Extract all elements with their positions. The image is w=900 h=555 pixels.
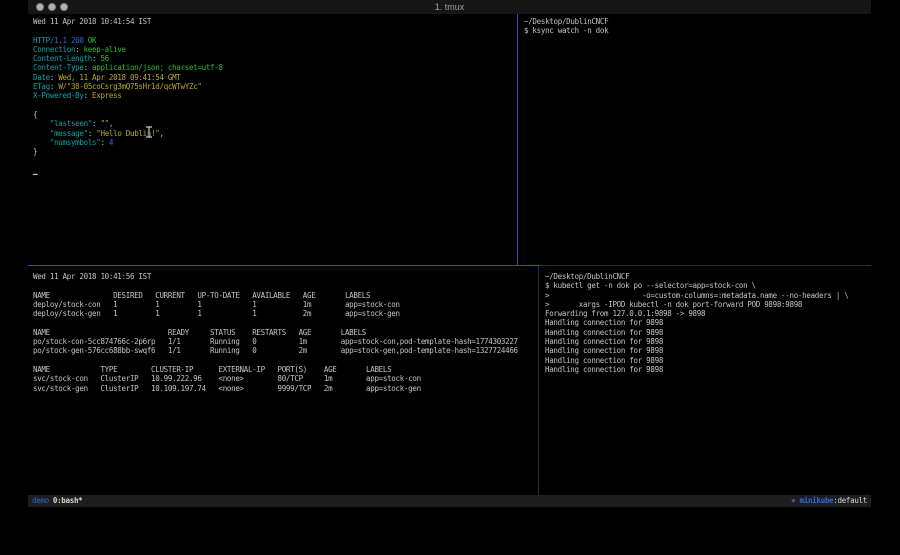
terminal-line: Handling connection for 9898 bbox=[545, 365, 877, 374]
pane-divider-vertical-top[interactable] bbox=[517, 14, 518, 265]
status-right: ⎈ minikube :default bbox=[791, 495, 867, 507]
terminal-line: ETag: W/"38-05coCsrg3mQ75sHr1d/qcWTwYZc" bbox=[33, 82, 522, 91]
terminal-line: "lastseen": "", bbox=[33, 119, 522, 128]
terminal-line: "message": "Hello Dublin!", bbox=[33, 129, 522, 138]
window-title: 1. tmux bbox=[28, 1, 871, 13]
terminal-line bbox=[33, 281, 543, 290]
terminal-line: Content-Length: 56 bbox=[33, 54, 522, 63]
terminal-line: Date: Wed, 11 Apr 2018 09:41:54 GMT bbox=[33, 73, 522, 82]
pane-port-forward[interactable]: ~/Desktop/DublinCNCF$ kubectl get -n dok… bbox=[539, 266, 877, 501]
terminal-line: ~/Desktop/DublinCNCF bbox=[545, 272, 877, 281]
terminal-line: Forwarding from 127.0.0.1:9898 -> 9898 bbox=[545, 309, 877, 318]
terminal-line: Handling connection for 9898 bbox=[545, 318, 877, 327]
terminal-line bbox=[33, 26, 522, 35]
terminal-line bbox=[33, 101, 522, 110]
pane-http-response[interactable]: Wed 11 Apr 2018 10:41:54 IST HTTP/1.1 20… bbox=[28, 14, 522, 268]
terminal-line: Content-Type: application/json; charset=… bbox=[33, 63, 522, 72]
kube-context: minikube bbox=[795, 495, 833, 507]
terminal-line: ▁ bbox=[33, 166, 522, 175]
terminal-line: NAME DESIRED CURRENT UP-TO-DATE AVAILABL… bbox=[33, 291, 543, 300]
terminal-line bbox=[33, 318, 543, 327]
terminal-line: NAME READY STATUS RESTARTS AGE LABELS bbox=[33, 328, 543, 337]
terminal-window: 1. tmux Wed 11 Apr 2018 10:41:54 IST HTT… bbox=[28, 0, 871, 507]
tmux-terminal: Wed 11 Apr 2018 10:41:54 IST HTTP/1.1 20… bbox=[28, 14, 871, 495]
terminal-line: Wed 11 Apr 2018 10:41:56 IST bbox=[33, 272, 543, 281]
pane-divider-horizontal-active[interactable] bbox=[28, 265, 539, 266]
terminal-line: ~/Desktop/DublinCNCF bbox=[524, 17, 877, 26]
pane-kubectl-get[interactable]: Wed 11 Apr 2018 10:41:56 IST NAME DESIRE… bbox=[28, 266, 543, 501]
terminal-line: Handling connection for 9898 bbox=[545, 356, 877, 365]
status-left: demo 0:bash* bbox=[32, 495, 82, 507]
terminal-line: Handling connection for 9898 bbox=[545, 346, 877, 355]
terminal-line: deploy/stock-gen 1 1 1 1 2m app=stock-ge… bbox=[33, 309, 543, 318]
terminal-line: } bbox=[33, 147, 522, 156]
terminal-line: > -o=custom-columns=:metadata.name --no-… bbox=[545, 291, 877, 300]
kube-namespace: :default bbox=[833, 495, 867, 507]
session-name: demo bbox=[32, 495, 49, 507]
pane-divider-vertical-bottom[interactable] bbox=[538, 266, 539, 495]
terminal-line: Handling connection for 9898 bbox=[545, 328, 877, 337]
terminal-line: $ kubectl get -n dok po --selector=app=s… bbox=[545, 281, 877, 290]
terminal-line: X-Powered-By: Express bbox=[33, 91, 522, 100]
terminal-line bbox=[33, 356, 543, 365]
terminal-line: deploy/stock-con 1 1 1 1 1m app=stock-co… bbox=[33, 300, 543, 309]
window-titlebar[interactable]: 1. tmux bbox=[28, 0, 871, 14]
terminal-line bbox=[33, 156, 522, 165]
pane-ksync-watch[interactable]: ~/Desktop/DublinCNCF$ ksync watch -n dok bbox=[518, 14, 877, 268]
pane-divider-horizontal[interactable] bbox=[539, 265, 871, 266]
terminal-line: HTTP/1.1 200 OK bbox=[33, 36, 522, 45]
terminal-line: svc/stock-con ClusterIP 10.99.222.96 <no… bbox=[33, 374, 543, 383]
terminal-line: { bbox=[33, 110, 522, 119]
terminal-line: > xargs -IPOD kubectl -n dok port-forwar… bbox=[545, 300, 877, 309]
terminal-line: svc/stock-gen ClusterIP 10.109.197.74 <n… bbox=[33, 384, 543, 393]
terminal-line: Wed 11 Apr 2018 10:41:54 IST bbox=[33, 17, 522, 26]
terminal-line: NAME TYPE CLUSTER-IP EXTERNAL-IP PORT(S)… bbox=[33, 365, 543, 374]
terminal-line: po/stock-gen-576cc688bb-swqf6 1/1 Runnin… bbox=[33, 346, 543, 355]
terminal-line: Handling connection for 9898 bbox=[545, 337, 877, 346]
terminal-line: "numsymbols": 4 bbox=[33, 138, 522, 147]
terminal-line: $ ksync watch -n dok bbox=[524, 26, 877, 35]
terminal-line: po/stock-con-5cc874766c-2p6rp 1/1 Runnin… bbox=[33, 337, 543, 346]
tmux-status-bar: demo 0:bash* ⎈ minikube :default bbox=[28, 495, 871, 507]
desktop-background: 1. tmux Wed 11 Apr 2018 10:41:54 IST HTT… bbox=[0, 0, 900, 555]
active-window-label[interactable]: 0:bash* bbox=[53, 495, 83, 507]
mouse-cursor-ibeam bbox=[145, 126, 153, 138]
terminal-line: Connection: keep-alive bbox=[33, 45, 522, 54]
